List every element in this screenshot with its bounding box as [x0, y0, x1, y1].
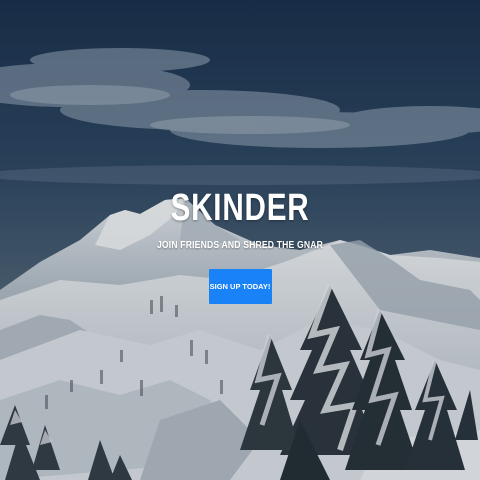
brand-title: SKINDER — [170, 187, 310, 229]
hero-section: SKINDER JOIN FRIENDS AND SHRED THE GNAR … — [0, 0, 480, 480]
hero-content: SKINDER JOIN FRIENDS AND SHRED THE GNAR … — [0, 186, 480, 304]
hero-tagline: JOIN FRIENDS AND SHRED THE GNAR — [156, 240, 324, 251]
sign-up-button[interactable]: SIGN UP TODAY! — [208, 269, 272, 304]
